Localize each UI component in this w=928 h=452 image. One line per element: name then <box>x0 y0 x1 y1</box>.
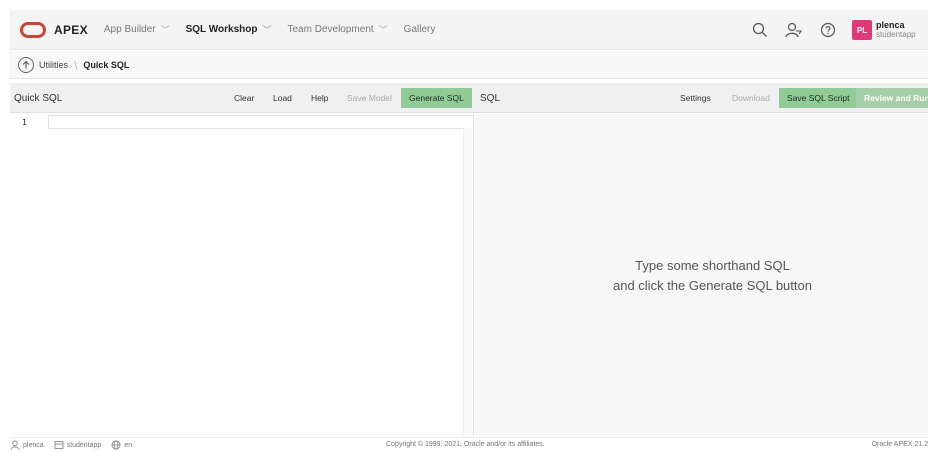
save-model-button[interactable]: Save Model <box>347 88 392 108</box>
nav-team-development[interactable]: Team Development ﹀ <box>288 23 388 36</box>
breadcrumb-separator: \ <box>74 57 78 72</box>
breadcrumb: Utilities \ Quick SQL <box>10 51 928 79</box>
help-button[interactable]: Help <box>311 88 328 108</box>
editor-scrollbar[interactable] <box>463 128 473 436</box>
sql-pane-title: SQL <box>480 92 501 104</box>
user-settings-icon[interactable] <box>784 20 804 40</box>
nav-label: SQL Workshop <box>185 24 258 35</box>
nav-label: Team Development <box>287 24 374 35</box>
user-workspace: studentapp <box>876 30 916 39</box>
editor-active-line[interactable] <box>48 115 474 129</box>
empty-state-message: Type some shorthand SQL and click the Ge… <box>475 256 928 296</box>
globe-icon <box>111 440 121 450</box>
apex-quick-sql-page: APEX App Builder ﹀ SQL Workshop ﹀ Team D… <box>0 0 928 452</box>
top-navigation-bar: APEX App Builder ﹀ SQL Workshop ﹀ Team D… <box>10 10 928 50</box>
chevron-down-icon: ﹀ <box>160 25 170 35</box>
nav-label: Gallery <box>403 24 436 35</box>
workspace-icon <box>54 441 64 449</box>
footer-copyright: Copyright © 1999, 2021, Oracle and/or it… <box>386 441 545 448</box>
main-nav: App Builder ﹀ SQL Workshop ﹀ Team Develo… <box>104 23 451 36</box>
empty-state-line-1: Type some shorthand SQL <box>635 258 790 273</box>
nav-sql-workshop[interactable]: SQL Workshop ﹀ <box>186 23 272 36</box>
review-and-run-button[interactable]: Review and Run <box>856 88 928 108</box>
line-number: 1 <box>22 118 27 127</box>
footer-workspace-name: studentapp <box>66 441 102 449</box>
help-icon[interactable] <box>818 20 838 40</box>
breadcrumb-utilities[interactable]: Utilities <box>39 60 68 70</box>
user-menu[interactable]: plenca studentapp <box>876 20 928 40</box>
apex-logo[interactable]: APEX <box>20 21 88 38</box>
quick-sql-editor[interactable]: 1 <box>10 114 474 436</box>
footer-workspace[interactable]: studentapp <box>54 440 102 450</box>
empty-state-line-2: and click the Generate SQL button <box>613 278 812 293</box>
breadcrumb-quick-sql: Quick SQL <box>83 59 130 70</box>
nav-gallery[interactable]: Gallery <box>404 24 436 35</box>
oracle-logo-icon <box>20 21 46 38</box>
generate-sql-button[interactable]: Generate SQL <box>401 88 472 108</box>
clear-button[interactable]: Clear <box>234 88 254 108</box>
download-button[interactable]: Download <box>732 88 770 108</box>
header-actions: PL plenca studentapp <box>750 10 928 50</box>
avatar[interactable]: PL <box>852 20 872 40</box>
save-sql-script-button[interactable]: Save SQL Script <box>779 88 858 108</box>
quick-sql-title: Quick SQL <box>14 92 63 104</box>
sql-output-pane: Type some shorthand SQL and click the Ge… <box>475 114 928 436</box>
chevron-down-icon: ﹀ <box>262 25 272 35</box>
user-name: plenca <box>876 20 905 30</box>
footer-language-code: en <box>124 441 133 449</box>
nav-app-builder[interactable]: App Builder ﹀ <box>104 23 170 36</box>
settings-button[interactable]: Settings <box>680 88 711 108</box>
search-icon[interactable] <box>750 20 770 40</box>
nav-label: App Builder <box>103 24 156 35</box>
footer-user-name: plenca <box>23 441 44 449</box>
load-button[interactable]: Load <box>273 88 292 108</box>
app-name: APEX <box>54 22 88 37</box>
footer-language[interactable]: en <box>111 440 132 450</box>
footer-user[interactable]: plenca <box>10 440 44 450</box>
arrow-up-icon[interactable] <box>18 56 34 73</box>
pane-toolbar: Quick SQL Clear Load Help Save Model Gen… <box>10 83 928 113</box>
footer: plenca studentapp en Copyright © 1999, 2… <box>10 437 928 452</box>
footer-version: Oracle APEX 21.2 <box>871 441 928 448</box>
chevron-down-icon: ﹀ <box>378 25 388 35</box>
user-icon <box>10 440 20 450</box>
